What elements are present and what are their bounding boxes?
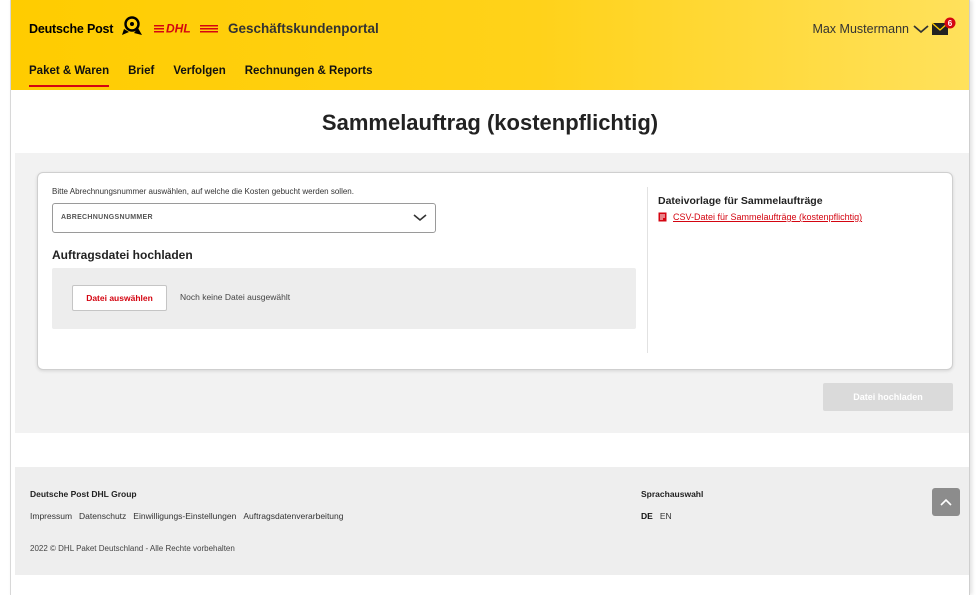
dhl-logo-text: DHL xyxy=(166,22,191,34)
account-select-placeholder: ABRECHNUNGSNUMMER xyxy=(61,214,153,221)
language-switch: DE EN xyxy=(641,511,672,521)
upload-section-title: Auftragsdatei hochladen xyxy=(52,248,193,262)
csv-template-link[interactable]: CSV-Datei für Sammelaufträge (kostenpfli… xyxy=(658,212,862,222)
upload-file-button[interactable]: Datei hochladen xyxy=(823,383,953,411)
language-de[interactable]: DE xyxy=(641,511,653,521)
account-hint: Bitte Abrechnungsnummer auswählen, auf w… xyxy=(52,187,354,196)
footer-link-einwilligungen[interactable]: Einwilligungs-Einstellungen xyxy=(133,511,236,521)
language-en[interactable]: EN xyxy=(660,511,672,521)
nav-item-brief[interactable]: Brief xyxy=(128,65,154,87)
file-upload-box: Datei auswählen Noch keine Datei ausgewä… xyxy=(52,268,636,329)
no-file-text: Noch keine Datei ausgewählt xyxy=(180,292,291,302)
portal-title: Geschäftskundenportal xyxy=(228,21,379,36)
template-title: Dateivorlage für Sammelaufträge xyxy=(658,195,823,207)
language-title: Sprachauswahl xyxy=(641,489,704,499)
nav-item-verfolgen[interactable]: Verfolgen xyxy=(173,65,225,87)
choose-file-button[interactable]: Datei auswählen xyxy=(72,285,167,311)
page-title: Sammelauftrag (kostenpflichtig) xyxy=(321,110,659,135)
footer-link-auftragsdaten[interactable]: Auftragsdatenverarbeitung xyxy=(243,511,343,521)
footer-link-datenschutz[interactable]: Datenschutz xyxy=(79,511,126,521)
user-menu-name[interactable]: Max Mustermann xyxy=(812,22,909,36)
column-divider xyxy=(647,187,648,353)
mail-icon[interactable]: 6 xyxy=(931,17,957,37)
nav-item-rechnungen-reports[interactable]: Rechnungen & Reports xyxy=(245,65,373,87)
chevron-down-icon[interactable] xyxy=(913,24,929,34)
footer: Deutsche Post DHL Group Impressum Datens… xyxy=(15,467,969,575)
csv-template-link-text: CSV-Datei für Sammelaufträge (kostenpfli… xyxy=(673,212,863,222)
mail-badge: 6 xyxy=(948,19,953,28)
chevron-down-icon xyxy=(413,214,427,222)
header: Deutsche Post DHL Geschäftskundenportal … xyxy=(11,0,969,90)
footer-links: Impressum Datenschutz Einwilligungs-Eins… xyxy=(30,511,344,521)
deutsche-post-logo-text[interactable]: Deutsche Post xyxy=(29,22,113,36)
file-download-icon xyxy=(658,212,667,222)
main-nav: Paket & Waren Brief Verfolgen Rechnungen… xyxy=(29,65,373,87)
account-number-select[interactable]: ABRECHNUNGSNUMMER xyxy=(52,203,436,233)
footer-brand: Deutsche Post DHL Group xyxy=(30,489,137,499)
post-horn-icon xyxy=(122,16,142,35)
order-card: Bitte Abrechnungsnummer auswählen, auf w… xyxy=(37,172,953,370)
content-area: Bitte Abrechnungsnummer auswählen, auf w… xyxy=(15,153,969,433)
scroll-to-top-button[interactable] xyxy=(932,488,960,516)
chevron-up-icon xyxy=(940,498,952,506)
footer-link-impressum[interactable]: Impressum xyxy=(30,511,72,521)
nav-item-paket-waren[interactable]: Paket & Waren xyxy=(29,65,110,87)
footer-copyright: 2022 © DHL Paket Deutschland - Alle Rech… xyxy=(30,544,235,553)
page: Deutsche Post DHL Geschäftskundenportal … xyxy=(10,0,970,595)
dhl-logo-icon[interactable]: DHL xyxy=(154,22,218,34)
